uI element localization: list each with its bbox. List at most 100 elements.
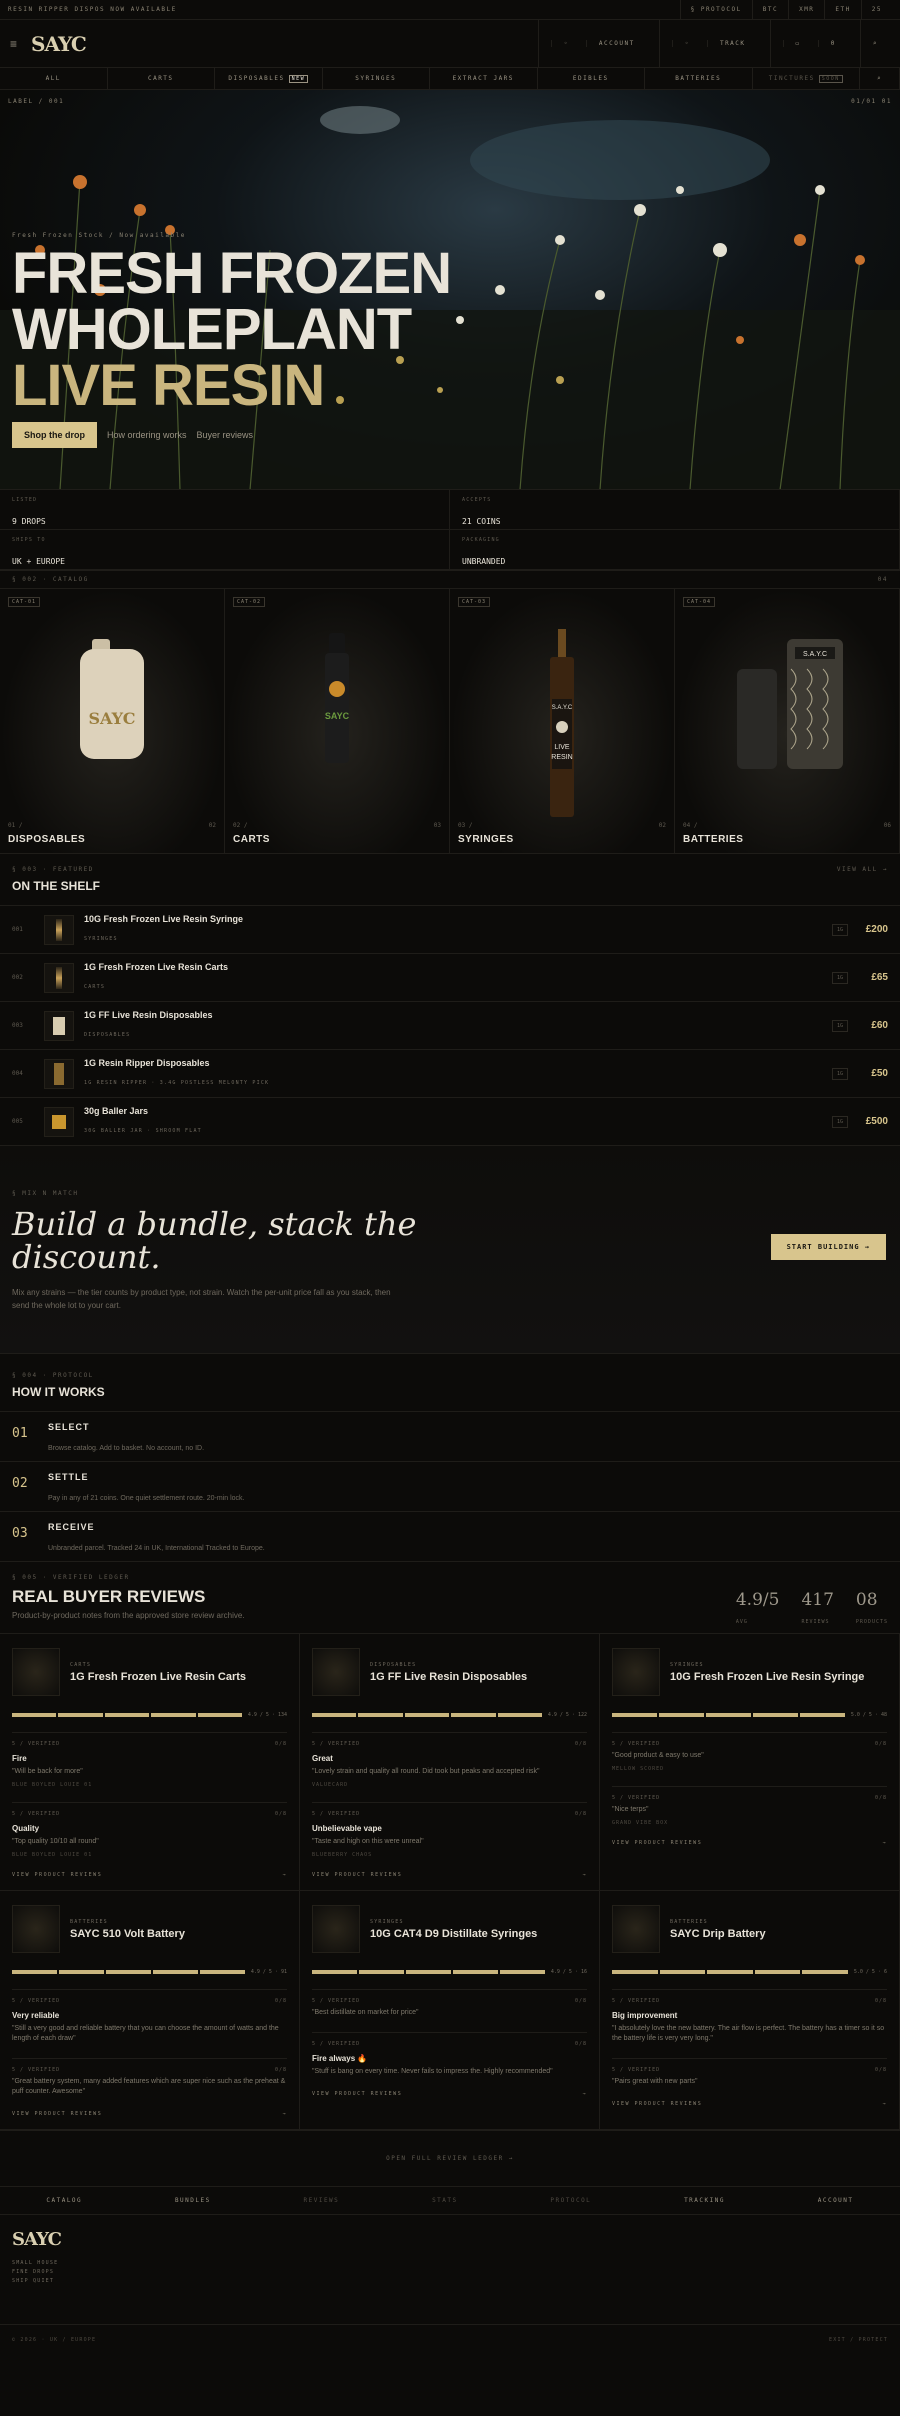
category-name: BATTERIES [683,834,744,845]
start-building-button[interactable]: START BUILDING → [770,1234,886,1260]
syringe-product-image: S.A.Y.C LIVE RESIN [550,629,574,817]
view-product-reviews-link[interactable]: VIEW PRODUCT REVIEWS → [612,2101,887,2107]
step-desc: Pay in any of 21 coins. One quiet settle… [48,1495,245,1502]
footer-link-protocol[interactable]: PROTOCOL [550,2197,591,2204]
nav-carts[interactable]: CARTS [108,68,215,89]
rating-score: 5.0 / 5 · 48 [850,1712,887,1718]
reviewer: GRAND VIBE BOX [612,1820,669,1826]
reviewer: VALUECARD [312,1782,349,1788]
review-title: Fire [12,1754,27,1763]
review-product-name: SAYC 510 Volt Battery [70,1927,185,1940]
logo[interactable]: SAYC [31,34,87,54]
shelf-row[interactable]: 005 30g Baller Jars 30G BALLER JAR · SHROO… [0,1098,900,1146]
review-meta: 5 / VERIFIED [312,2041,361,2047]
review-quote: "Will be back for more" [12,1768,83,1775]
footer-logo[interactable]: SAYC [12,2231,888,2249]
review-index: 0/8 [274,1811,287,1817]
product-name: 30g Baller Jars [84,1106,149,1116]
footer-link-bundles[interactable]: BUNDLES [175,2197,211,2204]
kpi-avg: 4.9/5 AVG [735,1590,780,1625]
category-tag: CAT-04 [683,597,716,607]
view-all-link[interactable]: VIEW ALL → [837,866,888,873]
footer-link-catalog[interactable]: CATALOG [46,2197,82,2204]
shelf-header: § 003 · FEATURED VIEW ALL → ON THE SHELF [0,854,900,906]
hero-title: FRESH FROZEN WHOLEPLANT LIVE RESIN [12,241,452,418]
shelf-eyebrow: § 003 · FEATURED [12,866,94,873]
step-item: 02 SETTLE Pay in any of 21 coins. One quie… [0,1462,900,1512]
product-image [12,1905,60,1953]
footer-link-stats[interactable]: STATS [432,2197,458,2204]
product-thumb [44,1106,74,1137]
hero-title-line-3: LIVE RESIN [12,353,325,418]
nav-extract-jars[interactable]: EXTRACT JARS [430,68,538,89]
review-category: DISPOSABLES [370,1661,417,1668]
review-card: BATTERIES SAYC Drip Battery 5.0 / 5 · 6 5 /… [600,1891,900,2130]
review-entry: 5 / VERIFIED 0/8 "Pairs great with new par… [612,2058,887,2087]
full-ledger-link[interactable]: OPEN FULL REVIEW LEDGER → [0,2131,900,2187]
shelf-row[interactable]: 003 1G FF Live Resin Disposables DISPOSABL… [0,1002,900,1050]
xmr-label: XMR [788,0,824,19]
basket-icon: ▭ [782,40,818,47]
product-image [312,1905,360,1953]
shelf-row[interactable]: 002 1G Fresh Frozen Live Resin Carts CARTS… [0,954,900,1002]
shelf-row[interactable]: 001 10G Fresh Frozen Live Resin Syringe SY… [0,906,900,954]
exit-link[interactable]: EXIT / PROTECT [829,2337,888,2343]
arrow-right-icon: → [882,2101,887,2107]
review-meta: 5 / VERIFIED [12,2067,61,2073]
view-product-reviews-link[interactable]: VIEW PRODUCT REVIEWS → [12,2111,287,2117]
review-index: 0/8 [874,2067,887,2073]
how-ordering-link[interactable]: How ordering works [107,430,187,440]
category-card-syringes[interactable]: CAT-03 S.A.Y.C LIVE RESIN 03 / 02 SYRINGES [450,589,675,853]
review-meta: 5 / VERIFIED [612,2067,661,2073]
footer-link-account[interactable]: ACCOUNT [818,2197,854,2204]
account-link[interactable]: ◦ ACCOUNT [537,20,659,67]
review-category: BATTERIES [70,1918,108,1925]
review-index: 0/8 [874,1998,887,2004]
buyer-reviews-link[interactable]: Buyer reviews [197,430,254,440]
svg-text:RESIN: RESIN [551,754,572,761]
search-icon[interactable]: ⌕ [859,20,890,67]
shelf-list: 001 10G Fresh Frozen Live Resin Syringe SY… [0,906,900,1146]
reviews-header: § 005 · VERIFIED LEDGER REAL BUYER REVIE… [0,1562,900,1634]
nav-edibles[interactable]: EDIBLES [538,68,645,89]
hero: LABEL / 001 01/01 01 Fresh Frozen Stock … [0,90,900,490]
category-card-disposables[interactable]: CAT-01 SAYC 01 / 02 DISPOSABLES [0,589,225,853]
menu-icon[interactable]: ≡ [10,37,17,51]
category-card-batteries[interactable]: CAT-04 S.A.Y.C 04 / 06 BATTERIES [675,589,900,853]
view-product-reviews-link[interactable]: VIEW PRODUCT REVIEWS → [312,2091,587,2097]
review-card: SYRINGES 10G CAT4 D9 Distillate Syringes 4… [300,1891,600,2130]
nav-batteries[interactable]: BATTERIES [645,68,753,89]
review-quote: "Best distillate on market for price" [312,2009,419,2016]
basket-button[interactable]: ▭ 0 [769,20,860,67]
nav-search[interactable]: ⌕ [860,68,900,89]
protocol-link[interactable]: § PROTOCOL [679,0,752,19]
view-product-reviews-link[interactable]: VIEW PRODUCT REVIEWS → [12,1872,287,1878]
view-product-reviews-link[interactable]: VIEW PRODUCT REVIEWS → [612,1840,887,1846]
review-entry: 5 / VERIFIED 0/8 Big improvement "I absolut… [612,1989,887,2044]
track-link[interactable]: ◦ TRACK [658,20,770,67]
nav-syringes[interactable]: SYRINGES [323,68,430,89]
review-quote: "Stuff is bang on every time. Never fail… [312,2068,553,2075]
rating-score: 4.9 / 5 · 122 [547,1712,587,1718]
copyright: © 2026 · UK / EUROPE [12,2337,97,2343]
review-quote: "Lovely strain and quality all round. Di… [312,1768,540,1775]
footer-link-tracking[interactable]: TRACKING [684,2197,725,2204]
review-meta: 5 / VERIFIED [312,1998,361,2004]
category-card-carts[interactable]: CAT-02 SAYC 02 / 03 CARTS [225,589,450,853]
review-category: SYRINGES [370,1918,404,1925]
view-product-reviews-link[interactable]: VIEW PRODUCT REVIEWS → [312,1872,587,1878]
shelf-row[interactable]: 004 1G Resin Ripper Disposables 1G RESIN R… [0,1050,900,1098]
arrow-right-icon: → [582,2091,587,2097]
product-name: 1G Fresh Frozen Live Resin Carts [84,962,229,972]
category-name: CARTS [233,834,270,845]
footer-link-reviews[interactable]: REVIEWS [304,2197,340,2204]
shop-drop-button[interactable]: Shop the drop [12,422,97,448]
nav-all[interactable]: ALL [0,68,108,89]
nav-disposables[interactable]: DISPOSABLES NEW [215,68,323,89]
hero-title-line-1: FRESH FROZEN [12,241,452,306]
kpi-products: 08 PRODUCTS [855,1590,888,1625]
review-meta: 5 / VERIFIED [312,1811,361,1817]
review-meta: 5 / VERIFIED [612,1741,661,1747]
product-qty: 1G [831,971,848,984]
nav-tinctures[interactable]: TINCTURES SOON [753,68,860,89]
